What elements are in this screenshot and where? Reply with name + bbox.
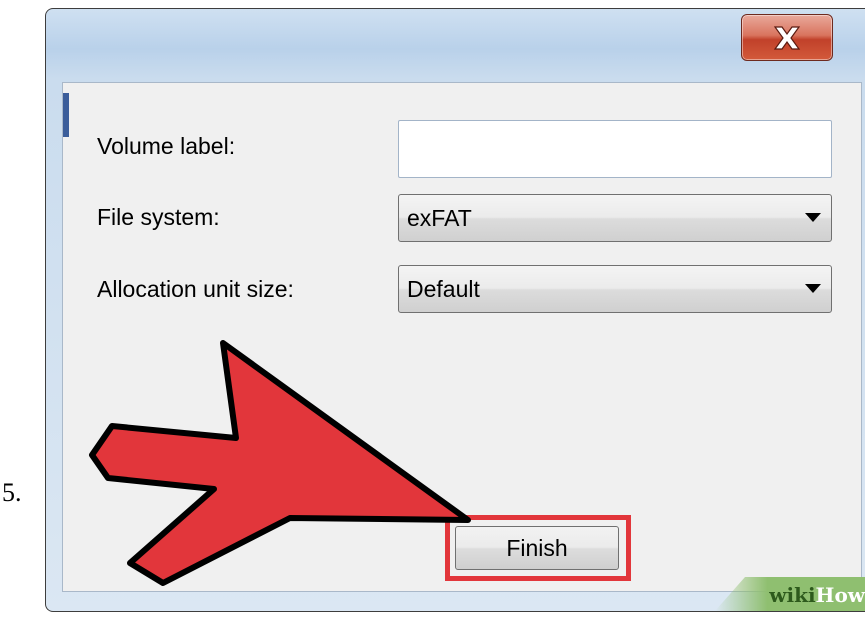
dialog-content: Volume label: File system: exFAT Allocat… — [62, 82, 862, 592]
finish-button[interactable]: Finish — [455, 526, 619, 570]
chevron-down-icon — [805, 213, 821, 222]
file-system-value: exFAT — [407, 205, 472, 231]
allocation-unit-size-label: Allocation unit size: — [97, 276, 294, 302]
format-dialog-window: Volume label: File system: exFAT Allocat… — [45, 8, 865, 612]
wikihow-logo-wiki: wiki — [769, 583, 816, 607]
close-x-icon — [773, 25, 801, 50]
step-number: 5. — [2, 478, 22, 507]
file-system-label: File system: — [97, 204, 220, 230]
file-system-select[interactable]: exFAT — [398, 194, 832, 242]
close-button[interactable] — [741, 14, 833, 61]
left-accent-bar — [63, 93, 69, 137]
title-bar — [46, 9, 865, 81]
wikihow-logo: wikiHow — [769, 583, 865, 607]
allocation-unit-size-select[interactable]: Default — [398, 265, 832, 313]
allocation-unit-size-value: Default — [407, 276, 480, 302]
volume-label-input[interactable] — [398, 120, 832, 178]
volume-label-label: Volume label: — [97, 133, 236, 159]
chevron-down-icon — [805, 284, 821, 293]
wikihow-logo-how: How — [815, 583, 865, 607]
